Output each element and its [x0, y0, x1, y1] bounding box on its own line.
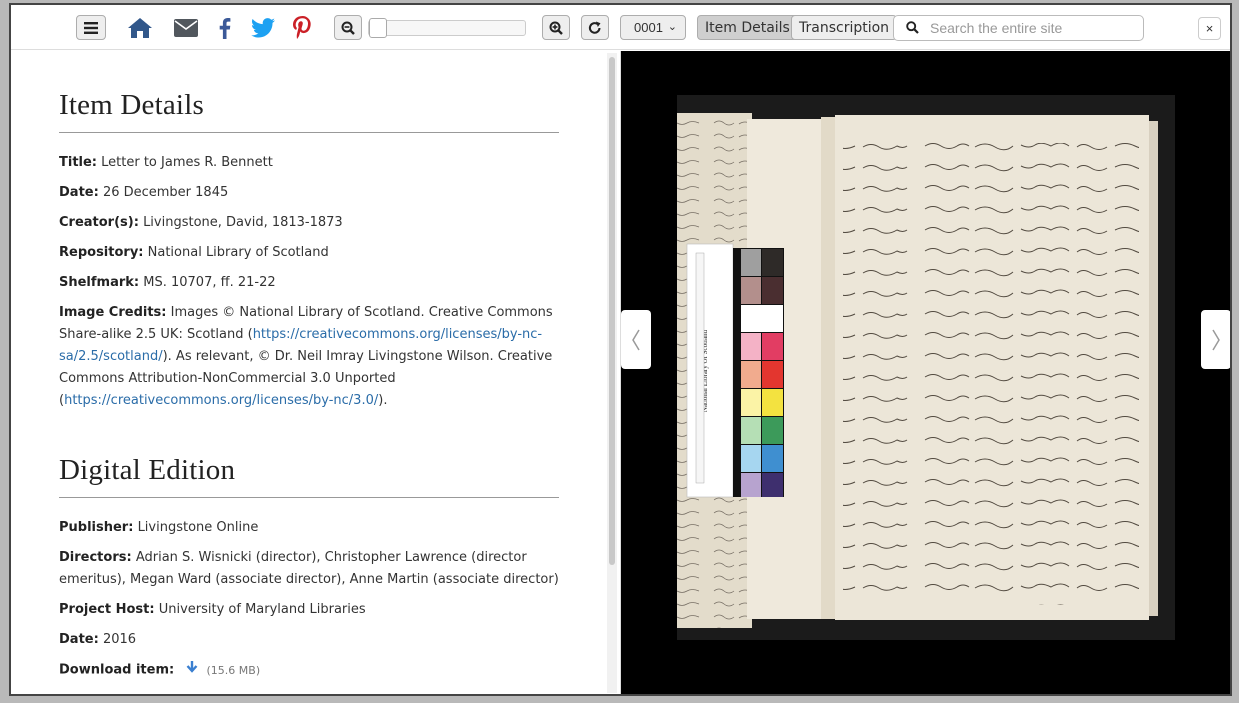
edition-date-row: Date: 2016 — [59, 629, 559, 651]
project-host-label: Project Host: — [59, 602, 155, 617]
download-label: Download item: — [59, 662, 175, 678]
image-credits-text: ). — [378, 393, 388, 408]
publisher-row: Publisher: Livingstone Online — [59, 517, 559, 539]
close-button[interactable]: × — [1198, 17, 1221, 40]
details-scrollbar-thumb[interactable] — [609, 57, 615, 565]
edition-date-value: 2016 — [102, 632, 137, 647]
creator-value: Livingstone, David, 1813-1873 — [143, 215, 343, 230]
chevron-right-icon — [1212, 329, 1220, 350]
twitter-share-link[interactable] — [249, 15, 277, 40]
date-value: 26 December 1845 — [102, 185, 229, 200]
repository-row: Repository: National Library of Scotland — [59, 242, 559, 264]
page-select-value: 0001 — [634, 20, 663, 35]
search-input[interactable] — [930, 19, 1135, 37]
edition-date-label: Date: — [59, 632, 99, 647]
toolbar: 0001 ⌄ Item Details Transcription × — [11, 5, 1230, 50]
pinterest-share-link[interactable] — [290, 15, 314, 40]
download-row: Download item: (15.6 MB) — [59, 659, 559, 682]
chevron-left-icon — [632, 329, 640, 350]
title-row: Title: Letter to James R. Bennett — [59, 152, 559, 174]
transcription-button[interactable]: Transcription — [791, 15, 898, 40]
directors-label: Directors: — [59, 550, 132, 565]
app-frame: 0001 ⌄ Item Details Transcription × Item… — [9, 3, 1232, 696]
repository-value: National Library of Scotland — [147, 245, 329, 260]
directors-value: Adrian S. Wisnicki (director), Christoph… — [59, 550, 559, 587]
date-label: Date: — [59, 185, 99, 200]
creator-label: Creator(s): — [59, 215, 139, 230]
home-link[interactable] — [126, 15, 154, 40]
envelope-icon — [174, 18, 198, 37]
details-scrollbar[interactable] — [607, 53, 617, 693]
facebook-icon — [219, 17, 230, 39]
search-icon — [906, 21, 919, 39]
rotate-button[interactable] — [581, 15, 609, 40]
download-link[interactable] — [186, 659, 198, 681]
repository-label: Repository: — [59, 245, 144, 260]
download-arrow-icon — [186, 661, 198, 673]
chevron-down-icon: ⌄ — [667, 21, 677, 33]
menu-icon — [84, 21, 98, 34]
twitter-icon — [251, 17, 275, 37]
zoom-in-button[interactable] — [542, 15, 570, 40]
publisher-value: Livingstone Online — [137, 520, 259, 535]
digital-edition-heading: Digital Edition — [59, 454, 559, 498]
shelfmark-row: Shelfmark: MS. 10707, ff. 21-22 — [59, 272, 559, 294]
shelfmark-value: MS. 10707, ff. 21-22 — [143, 275, 276, 290]
email-share-link[interactable] — [173, 15, 199, 40]
site-search[interactable] — [893, 15, 1144, 41]
project-host-row: Project Host: University of Maryland Lib… — [59, 599, 559, 621]
zoom-in-icon — [549, 21, 563, 35]
creator-row: Creator(s): Livingstone, David, 1813-187… — [59, 212, 559, 234]
zoom-slider[interactable] — [368, 18, 526, 38]
zoom-out-icon — [341, 21, 355, 35]
image-viewer[interactable]: National Library Of Scotland — [621, 51, 1230, 694]
rotate-icon — [588, 21, 601, 34]
title-label: Title: — [59, 155, 98, 170]
home-icon — [128, 17, 152, 38]
pinterest-icon — [293, 15, 311, 39]
next-page-button[interactable] — [1201, 310, 1230, 369]
manuscript-image: National Library Of Scotland — [621, 51, 1230, 694]
facebook-share-link[interactable] — [213, 15, 235, 40]
image-credits-label: Image Credits: — [59, 305, 167, 320]
page-select[interactable]: 0001 ⌄ — [620, 15, 686, 40]
publisher-label: Publisher: — [59, 520, 134, 535]
details-content: Item Details Title: Letter to James R. B… — [59, 89, 559, 690]
details-panel: Item Details Title: Letter to James R. B… — [11, 51, 621, 694]
item-details-heading: Item Details — [59, 89, 559, 133]
image-credits-row: Image Credits: Images © National Library… — [59, 302, 559, 412]
item-details-button[interactable]: Item Details — [697, 15, 798, 40]
download-size: (15.6 MB) — [206, 663, 261, 677]
directors-row: Directors: Adrian S. Wisnicki (director)… — [59, 547, 559, 591]
shelfmark-label: Shelfmark: — [59, 275, 140, 290]
zoom-slider-handle[interactable] — [369, 18, 387, 38]
project-host-value: University of Maryland Libraries — [158, 602, 366, 617]
date-row: Date: 26 December 1845 — [59, 182, 559, 204]
menu-button[interactable] — [76, 15, 106, 40]
license-link-unported[interactable]: https://creativecommons.org/licenses/by-… — [64, 393, 378, 408]
title-value: Letter to James R. Bennett — [101, 155, 273, 170]
zoom-out-button[interactable] — [334, 15, 362, 40]
prev-page-button[interactable] — [621, 310, 651, 369]
